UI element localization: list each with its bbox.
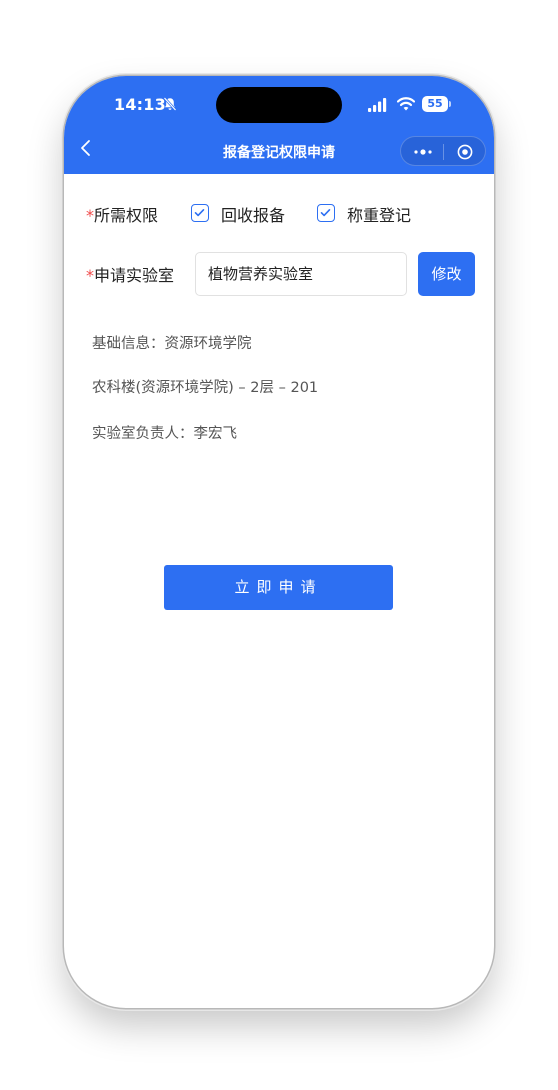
- close-circle-icon[interactable]: [457, 144, 473, 160]
- lab-input[interactable]: 植物营养实验室: [195, 252, 407, 296]
- battery-indicator: 55: [422, 96, 452, 112]
- checkmark-icon: [194, 209, 205, 217]
- battery-level: 55: [427, 97, 443, 110]
- recycle-report-checkbox[interactable]: [191, 204, 209, 222]
- lab-label: 申请实验室: [94, 266, 175, 285]
- checkmark-icon: [320, 209, 331, 217]
- more-icon[interactable]: [412, 146, 434, 158]
- phone-frame: 14:13 55 报备登记权限申请 * 所需权限 回收报备 称重登记 * 申请实…: [64, 76, 494, 1008]
- modify-button[interactable]: 修改: [418, 252, 475, 296]
- status-time: 14:13: [114, 95, 166, 114]
- lab-manager-text: 实验室负责人：李宏飞: [92, 426, 237, 442]
- nav-header: 14:13 55 报备登记权限申请: [64, 76, 494, 174]
- permission-label: 所需权限: [94, 206, 159, 225]
- weighing-register-checkbox[interactable]: [317, 204, 335, 222]
- mini-program-capsule: [400, 136, 486, 166]
- wifi-icon: [397, 97, 415, 111]
- dynamic-island: [216, 87, 342, 123]
- signal-icon: [368, 98, 387, 112]
- bell-off-icon: [163, 97, 177, 111]
- required-mark: *: [86, 206, 94, 225]
- recycle-report-label[interactable]: 回收报备: [221, 202, 285, 226]
- required-mark: *: [86, 266, 94, 285]
- apply-now-button[interactable]: 立即申请: [164, 565, 393, 610]
- weighing-register-label[interactable]: 称重登记: [347, 202, 411, 226]
- location-text: 农科楼(资源环境学院) – 2层 – 201: [92, 380, 319, 396]
- basic-info-text: 基础信息：资源环境学院: [92, 336, 252, 352]
